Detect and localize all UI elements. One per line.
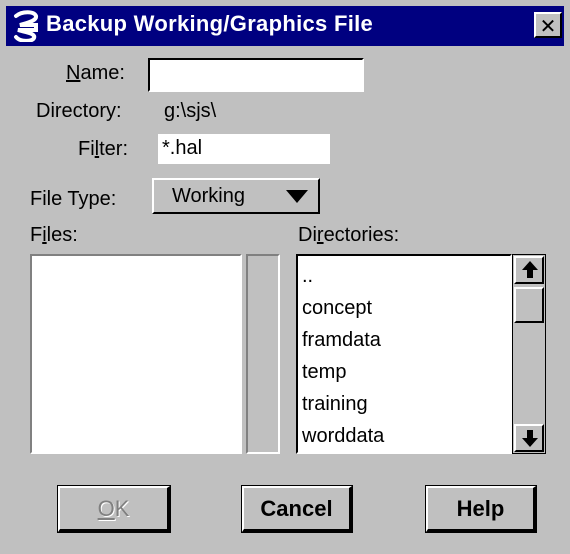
directory-label: Directory: xyxy=(36,100,122,122)
title-bar[interactable]: Backup Working/Graphics File ✕ xyxy=(6,6,564,46)
directories-list[interactable]: .. concept framdata temp training wordda… xyxy=(296,254,512,454)
name-label: Name: xyxy=(66,62,125,84)
close-icon: ✕ xyxy=(539,16,557,38)
list-item[interactable]: .. xyxy=(300,260,384,292)
directory-value: g:\sjs\ xyxy=(164,100,217,122)
name-input[interactable] xyxy=(148,58,364,92)
list-item[interactable]: worddata xyxy=(300,420,384,452)
cancel-button[interactable]: Cancel xyxy=(241,485,353,533)
directories-label: Directories: xyxy=(298,224,400,246)
directories-scrollbar[interactable] xyxy=(512,254,546,454)
list-item[interactable]: training xyxy=(300,388,384,420)
filetype-value: Working xyxy=(172,185,245,207)
help-button[interactable]: Help xyxy=(425,485,537,533)
arrow-down-icon xyxy=(522,430,538,453)
files-list[interactable] xyxy=(30,254,242,454)
list-item[interactable]: concept xyxy=(300,292,384,324)
triangle-down-icon xyxy=(286,190,308,209)
dialog-title: Backup Working/Graphics File xyxy=(46,11,374,36)
backup-dialog: Backup Working/Graphics File ✕ Name: Dir… xyxy=(0,0,570,554)
ok-button[interactable]: OK xyxy=(57,485,171,533)
filetype-label: File Type: xyxy=(30,188,117,210)
scroll-up-button[interactable] xyxy=(514,256,544,284)
app-logo-icon xyxy=(12,10,40,43)
filter-label: Filter: xyxy=(78,138,129,160)
close-button[interactable]: ✕ xyxy=(534,12,562,38)
files-scrollbar xyxy=(246,254,280,454)
arrow-up-icon xyxy=(522,261,538,284)
filetype-dropdown[interactable]: Working xyxy=(152,178,320,214)
scroll-thumb[interactable] xyxy=(514,287,544,323)
list-item[interactable]: framdata xyxy=(300,324,384,356)
filter-input[interactable]: *.hal xyxy=(158,134,330,164)
list-item[interactable]: temp xyxy=(300,356,384,388)
scroll-down-button[interactable] xyxy=(514,424,544,452)
files-label: Files: xyxy=(30,224,78,246)
